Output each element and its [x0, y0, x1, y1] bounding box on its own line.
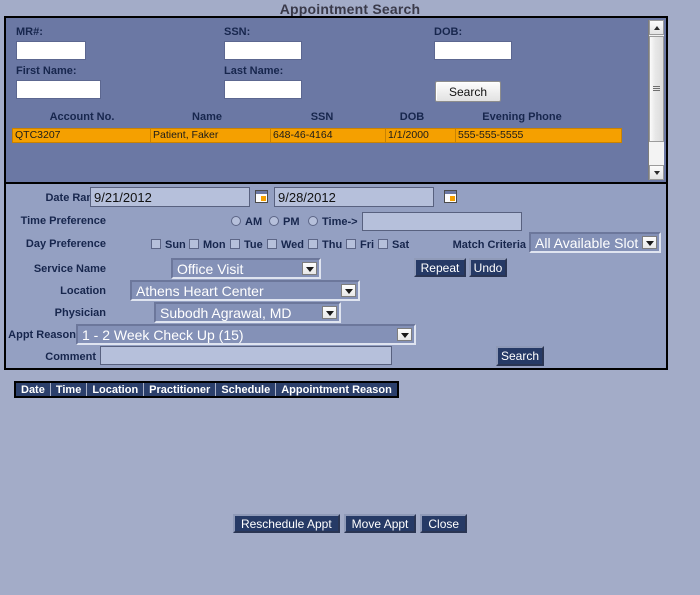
date-range-end-input[interactable]: [274, 187, 434, 207]
first-name-label: First Name:: [16, 65, 77, 77]
time-preference-input[interactable]: [362, 212, 522, 231]
checkbox-mon-label: Mon: [203, 239, 226, 251]
day-preference-label: Day Preference: [25, 238, 106, 250]
location-select[interactable]: Athens Heart Center: [130, 280, 360, 301]
radio-pm-label: PM: [283, 216, 300, 228]
mr-number-label: MR#:: [16, 26, 43, 38]
appt-reason-label: Appt Reason: [8, 329, 76, 341]
column-header-evening-phone: Evening Phone: [482, 111, 562, 123]
results-column-time[interactable]: Time: [51, 383, 88, 396]
column-header-name: Name: [192, 111, 222, 123]
column-header-dob: DOB: [399, 111, 425, 123]
action-button-bar: Reschedule Appt Move Appt Close: [0, 514, 700, 533]
results-table-header: Date Time Location Practitioner Schedule…: [14, 381, 399, 398]
service-name-select[interactable]: Office Visit: [171, 258, 321, 279]
chevron-down-icon[interactable]: [397, 328, 412, 341]
chevron-down-icon[interactable]: [642, 236, 657, 249]
results-column-location[interactable]: Location: [87, 383, 145, 396]
cell-account-no: QTC3207: [15, 129, 61, 141]
radio-am[interactable]: [231, 216, 241, 226]
cell-ssn: 648-46-4164: [270, 129, 385, 142]
column-header-account-no: Account No.: [49, 111, 115, 123]
radio-am-label: AM: [245, 216, 263, 228]
service-name-label: Service Name: [33, 263, 106, 275]
criteria-search-button[interactable]: Search: [496, 346, 544, 366]
time-preference-label: Time Preference: [20, 215, 106, 227]
dob-field[interactable]: [434, 41, 512, 60]
patient-grid-header: Account No. Name SSN DOB Evening Phone: [12, 111, 622, 126]
checkbox-fri-label: Fri: [360, 239, 375, 251]
results-column-date[interactable]: Date: [16, 383, 51, 396]
comment-input[interactable]: [100, 346, 392, 365]
cell-dob: 1/1/2000: [385, 129, 455, 142]
chevron-down-icon[interactable]: [341, 284, 356, 297]
checkbox-fri[interactable]: [346, 239, 356, 249]
move-appt-button[interactable]: Move Appt: [343, 514, 417, 533]
patient-search-button[interactable]: Search: [435, 81, 501, 102]
repeat-button[interactable]: Repeat: [414, 258, 466, 277]
date-range-start-input[interactable]: [90, 187, 250, 207]
first-name-field[interactable]: [16, 80, 101, 99]
comment-label: Comment: [45, 351, 96, 363]
match-criteria-select[interactable]: All Available Slots: [529, 232, 661, 253]
calendar-icon[interactable]: [444, 190, 457, 203]
cell-name: Patient, Faker: [150, 129, 270, 142]
scroll-up-arrow-icon[interactable]: [649, 20, 664, 35]
checkbox-sun[interactable]: [151, 239, 161, 249]
location-value: Athens Heart Center: [136, 282, 264, 299]
match-criteria-label: Match Criteria: [452, 239, 526, 251]
physician-label: Physician: [54, 307, 106, 319]
checkbox-wed[interactable]: [267, 239, 277, 249]
checkbox-sun-label: Sun: [165, 239, 186, 251]
calendar-icon[interactable]: [255, 190, 268, 203]
checkbox-wed-label: Wed: [281, 239, 305, 251]
last-name-field[interactable]: [224, 80, 302, 99]
undo-button[interactable]: Undo: [469, 258, 507, 277]
column-header-ssn: SSN: [310, 111, 334, 123]
table-row[interactable]: QTC3207 Patient, Faker 648-46-4164 1/1/2…: [12, 128, 622, 143]
location-label: Location: [60, 285, 106, 297]
results-column-schedule[interactable]: Schedule: [216, 383, 277, 396]
chevron-down-icon[interactable]: [322, 306, 337, 319]
chevron-down-icon[interactable]: [302, 262, 317, 275]
checkbox-tue[interactable]: [230, 239, 240, 249]
checkbox-tue-label: Tue: [244, 239, 263, 251]
last-name-label: Last Name:: [224, 65, 284, 77]
results-column-practitioner[interactable]: Practitioner: [144, 383, 217, 396]
scrollbar-thumb[interactable]: [649, 36, 664, 142]
dob-label: DOB:: [434, 26, 463, 38]
close-button[interactable]: Close: [420, 514, 468, 533]
ssn-label: SSN:: [224, 26, 251, 38]
reschedule-appt-button[interactable]: Reschedule Appt: [232, 514, 340, 533]
cell-evening-phone: 555-555-5555: [455, 129, 621, 142]
physician-select[interactable]: Subodh Agrawal, MD: [154, 302, 341, 323]
checkbox-mon[interactable]: [189, 239, 199, 249]
patient-search-panel: MR#: SSN: DOB: First Name: Last Name: Se…: [4, 16, 668, 184]
checkbox-thu[interactable]: [308, 239, 318, 249]
service-name-value: Office Visit: [177, 260, 244, 277]
results-column-appointment-reason[interactable]: Appointment Reason: [276, 383, 397, 396]
radio-time[interactable]: [308, 216, 318, 226]
scroll-down-arrow-icon[interactable]: [649, 165, 664, 180]
radio-pm[interactable]: [269, 216, 279, 226]
checkbox-thu-label: Thu: [322, 239, 343, 251]
patient-panel-scrollbar[interactable]: [648, 20, 664, 180]
appt-reason-select[interactable]: 1 - 2 Week Check Up (15): [76, 324, 416, 345]
radio-time-label: Time->: [322, 216, 358, 228]
mr-number-field[interactable]: [16, 41, 86, 60]
checkbox-sat[interactable]: [378, 239, 388, 249]
ssn-field[interactable]: [224, 41, 302, 60]
match-criteria-value: All Available Slots: [535, 234, 639, 251]
physician-value: Subodh Agrawal, MD: [160, 304, 292, 321]
search-criteria-panel: Date Range Time Preference AM PM Time-> …: [4, 184, 668, 370]
appt-reason-value: 1 - 2 Week Check Up (15): [82, 326, 244, 343]
